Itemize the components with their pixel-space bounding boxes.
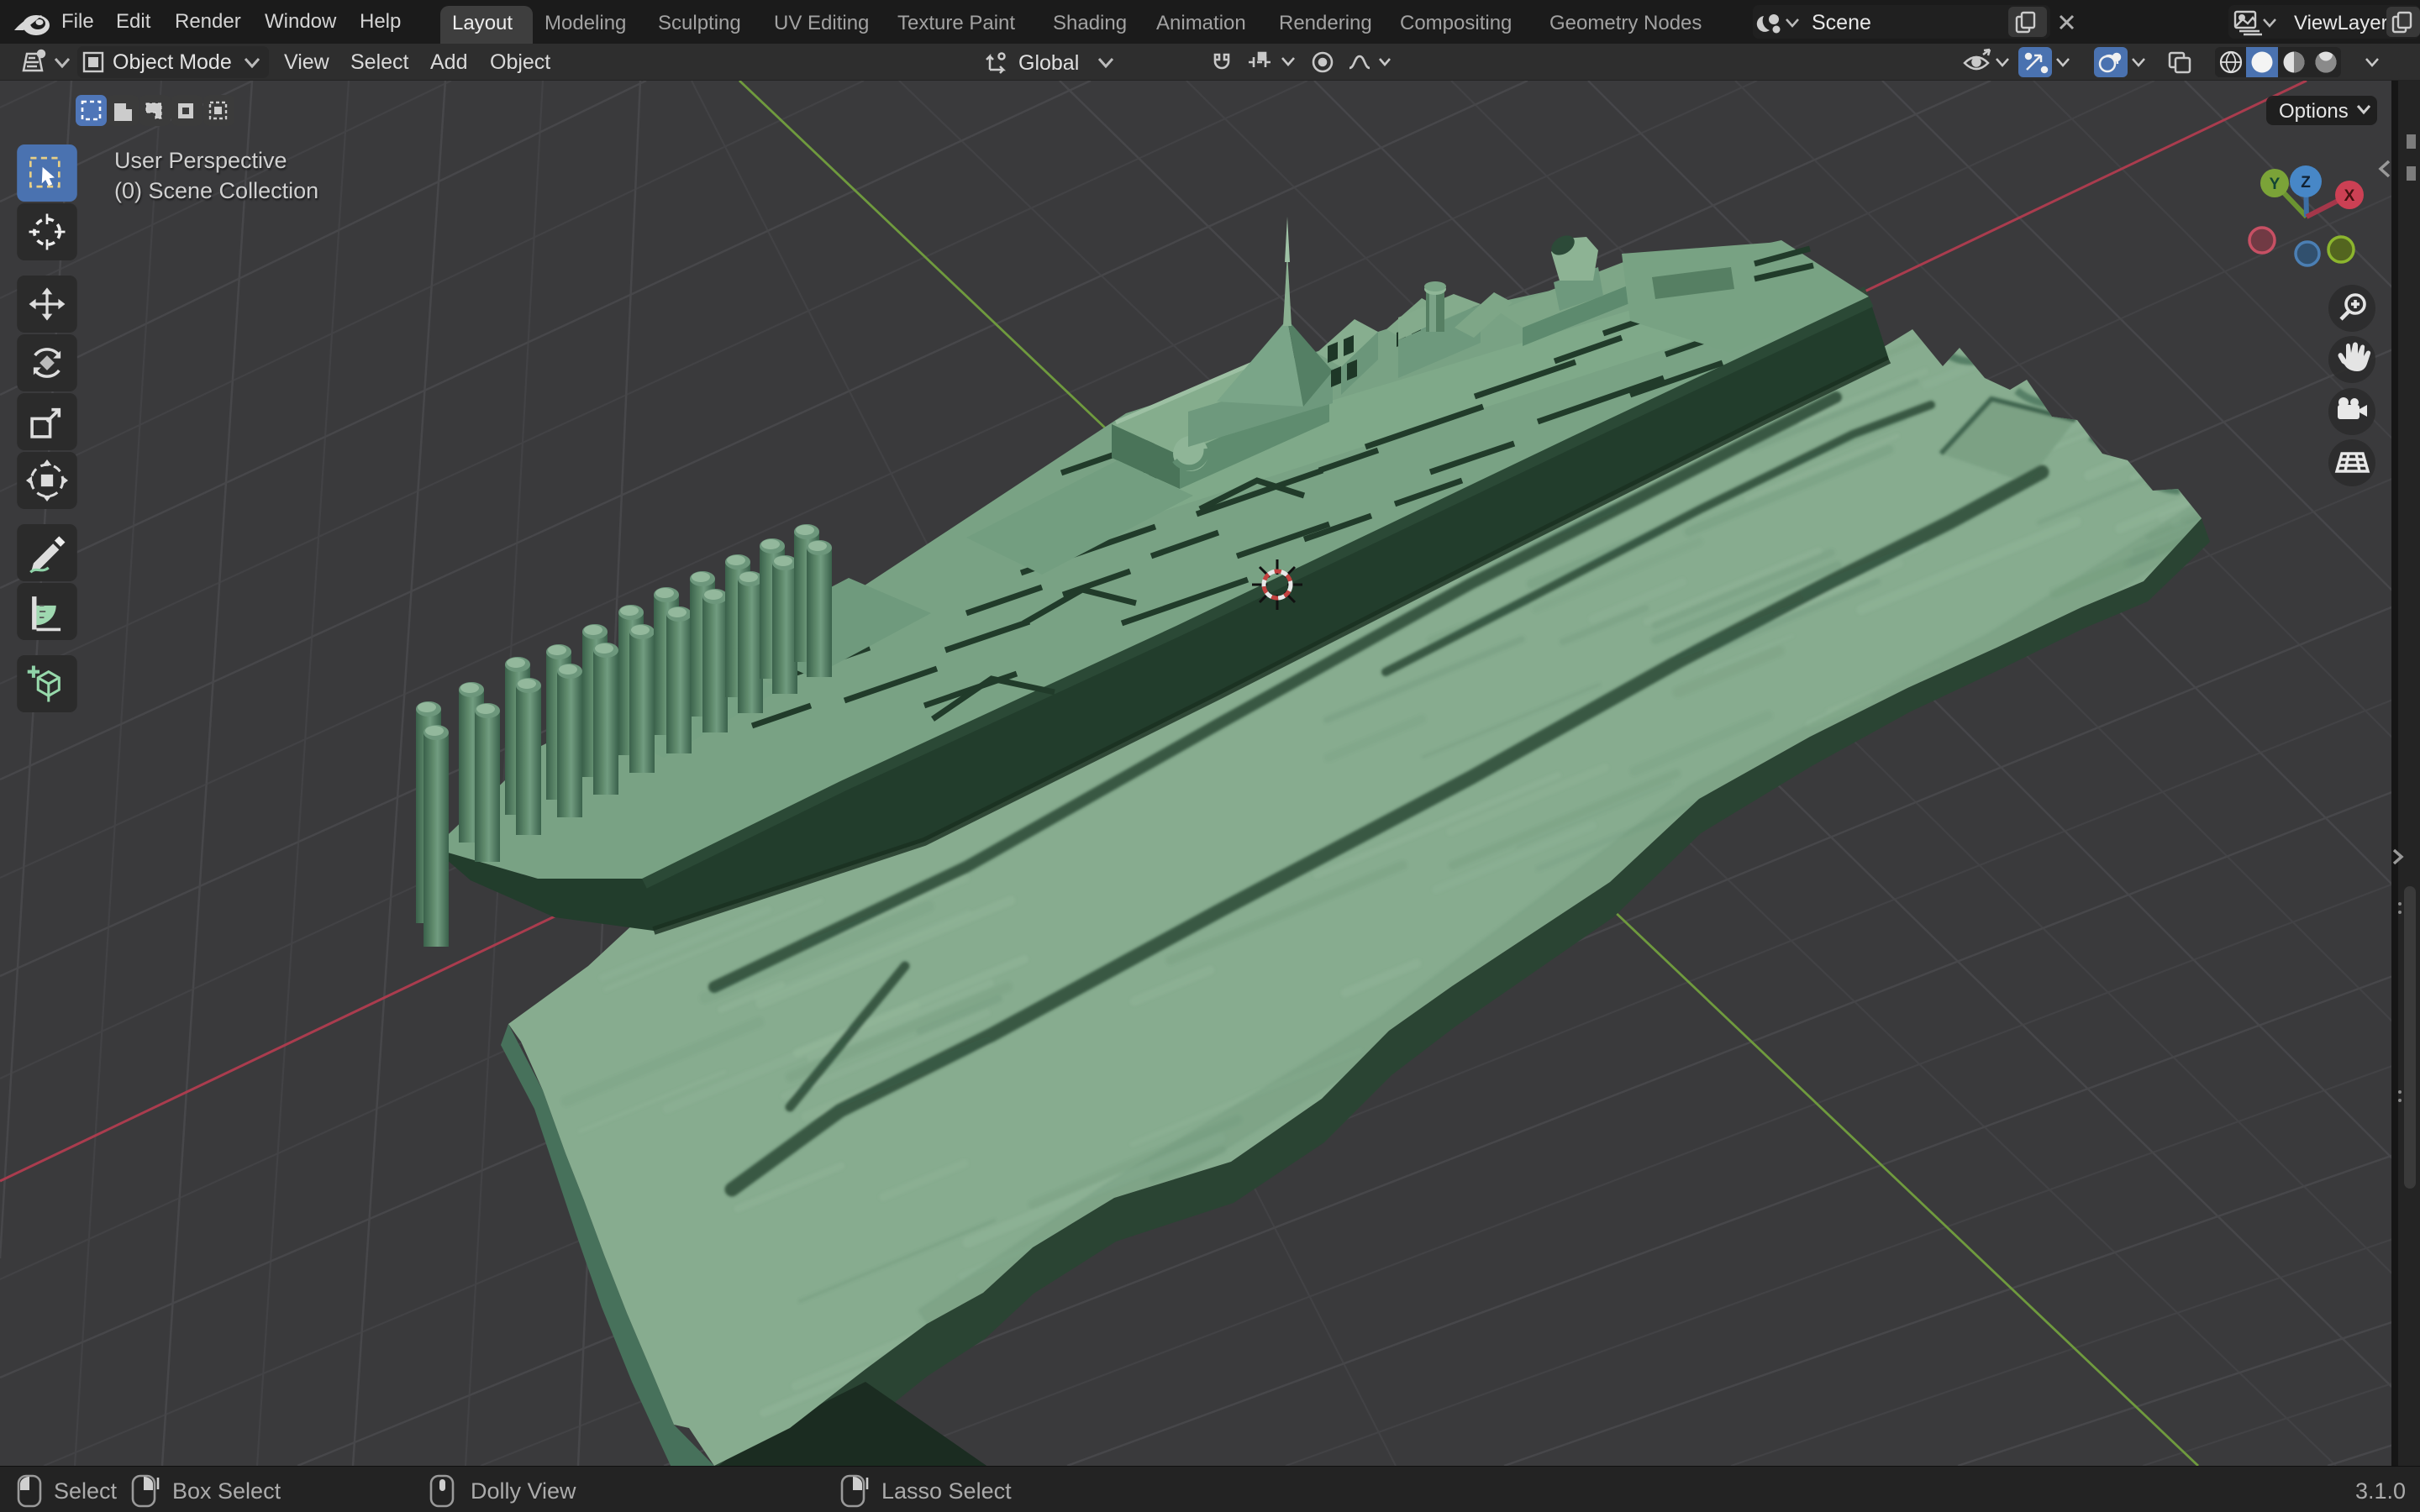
svg-text:Options: Options — [2279, 100, 2349, 123]
svg-text:Scene: Scene — [1812, 11, 1871, 34]
svg-text:Z: Z — [2301, 174, 2311, 192]
svg-text:Global: Global — [1018, 51, 1079, 75]
svg-text:ViewLayer: ViewLayer — [2294, 12, 2388, 34]
svg-text:X: X — [2344, 187, 2355, 205]
svg-text:Object Mode: Object Mode — [113, 50, 232, 74]
svg-text:Y: Y — [2270, 176, 2281, 193]
